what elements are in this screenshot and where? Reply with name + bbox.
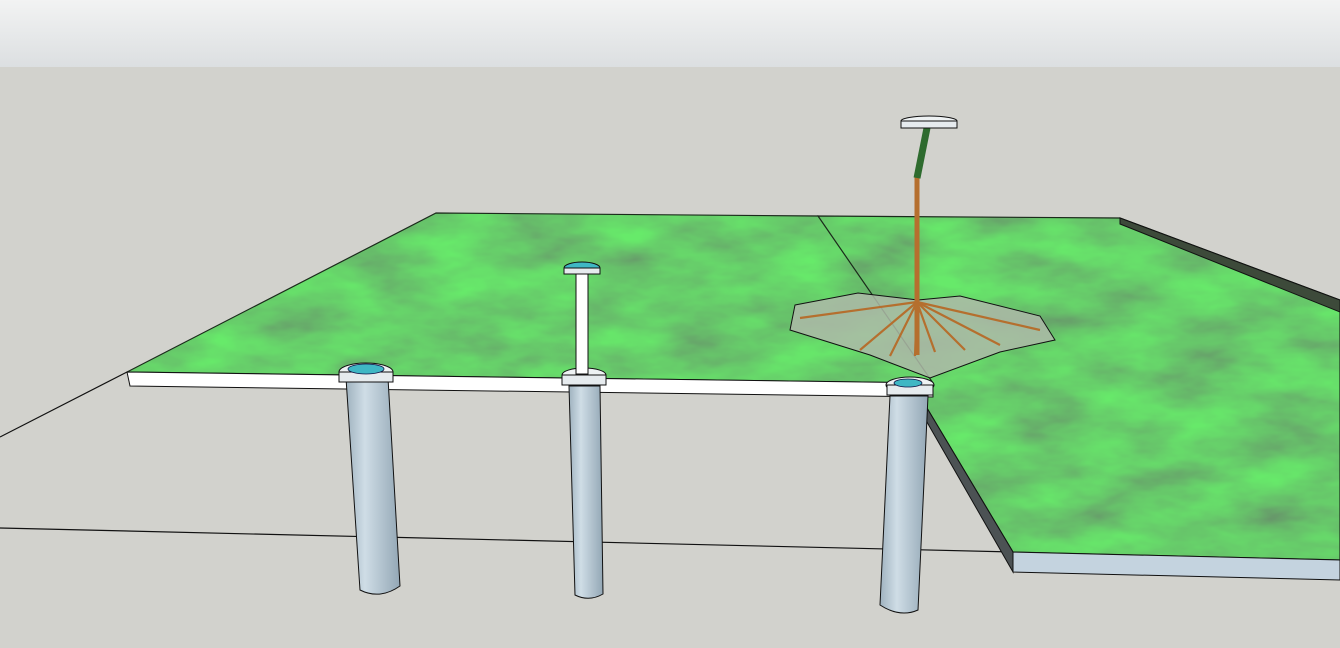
model-scene[interactable] [0, 0, 1340, 648]
pillar-left[interactable] [338, 362, 401, 595]
umbrella-grip [913, 127, 931, 179]
ground-edge-line [0, 527, 1014, 553]
grass-slab-left[interactable] [120, 200, 940, 400]
pillar-cap [347, 363, 385, 375]
sketchup-viewport[interactable] [0, 0, 1340, 648]
pillar-right[interactable] [879, 376, 935, 614]
pillar-cap [893, 378, 923, 388]
umbrella-pole-extended [575, 273, 589, 375]
ground-edge-line [0, 371, 128, 438]
